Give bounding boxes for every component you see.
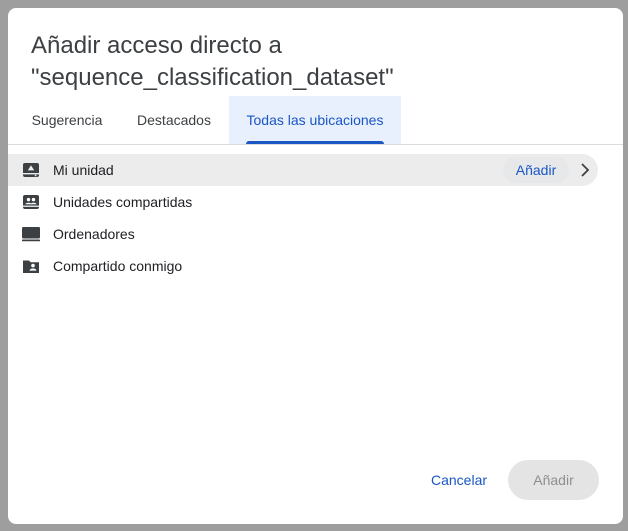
dialog-title-line1: Añadir acceso directo a [31, 32, 282, 59]
tab-label: Todas las ubicaciones [246, 112, 384, 128]
location-item-compartido-conmigo[interactable]: Compartido conmigo [8, 250, 623, 282]
location-label: Compartido conmigo [53, 258, 183, 274]
location-item-mi-unidad[interactable]: Mi unidad Añadir [8, 154, 598, 186]
location-tabs: Sugerencia Destacados Todas las ubicacio… [8, 96, 623, 145]
tab-todas-las-ubicaciones[interactable]: Todas las ubicaciones [229, 96, 401, 144]
tab-label: Sugerencia [31, 112, 103, 128]
active-tab-indicator [246, 141, 384, 144]
tab-destacados[interactable]: Destacados [126, 96, 222, 144]
tab-sugerencia[interactable]: Sugerencia [8, 96, 126, 144]
add-shortcut-dialog: Añadir acceso directo a "sequence_classi… [8, 8, 623, 524]
location-item-ordenadores[interactable]: Ordenadores [8, 218, 623, 250]
location-label: Mi unidad [53, 162, 114, 178]
chevron-right-icon[interactable] [578, 162, 592, 178]
shared-drives-icon [23, 195, 39, 209]
cancel-button[interactable]: Cancelar [420, 460, 498, 500]
location-item-unidades-compartidas[interactable]: Unidades compartidas [8, 186, 623, 218]
dialog-title: Añadir acceso directo a "sequence_classi… [31, 30, 591, 94]
my-drive-icon [23, 163, 39, 177]
computers-icon [22, 227, 40, 242]
shared-with-me-icon [23, 260, 39, 273]
location-list: Mi unidad Añadir Unidades compartidas Or… [8, 154, 623, 282]
add-here-button[interactable]: Añadir [503, 157, 569, 183]
dialog-title-line2: "sequence_classification_dataset" [31, 64, 394, 91]
location-label: Ordenadores [53, 226, 135, 242]
location-label: Unidades compartidas [53, 194, 193, 210]
add-shortcut-button[interactable]: Añadir [508, 460, 599, 500]
tab-label: Destacados [137, 112, 211, 128]
